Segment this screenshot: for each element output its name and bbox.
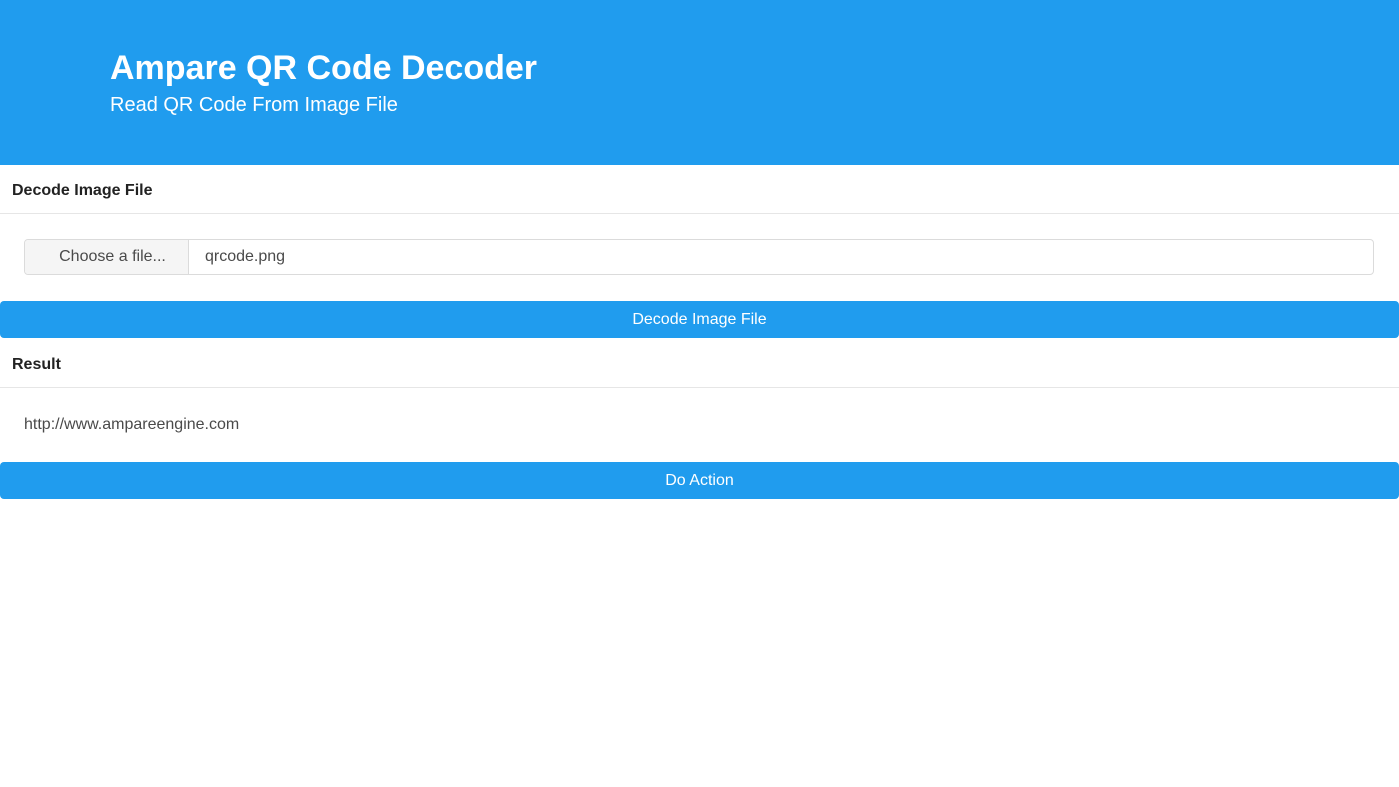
decode-image-button[interactable]: Decode Image File: [0, 301, 1399, 338]
app-header: Ampare QR Code Decoder Read QR Code From…: [0, 0, 1399, 165]
result-value: http://www.ampareengine.com: [24, 416, 240, 433]
choose-file-label: Choose a file...: [59, 248, 166, 265]
decode-section-header: Decode Image File: [0, 165, 1399, 214]
result-section-header: Result: [0, 339, 1399, 388]
decode-section-title: Decode Image File: [12, 182, 153, 199]
choose-file-button[interactable]: Choose a file...: [25, 240, 189, 274]
app-title: Ampare QR Code Decoder: [110, 49, 537, 87]
file-input[interactable]: Choose a file... qrcode.png: [24, 239, 1374, 275]
result-section-title: Result: [12, 356, 61, 373]
do-action-button[interactable]: Do Action: [0, 462, 1399, 499]
file-name-display: qrcode.png: [205, 248, 286, 265]
app-subtitle: Read QR Code From Image File: [110, 94, 398, 116]
